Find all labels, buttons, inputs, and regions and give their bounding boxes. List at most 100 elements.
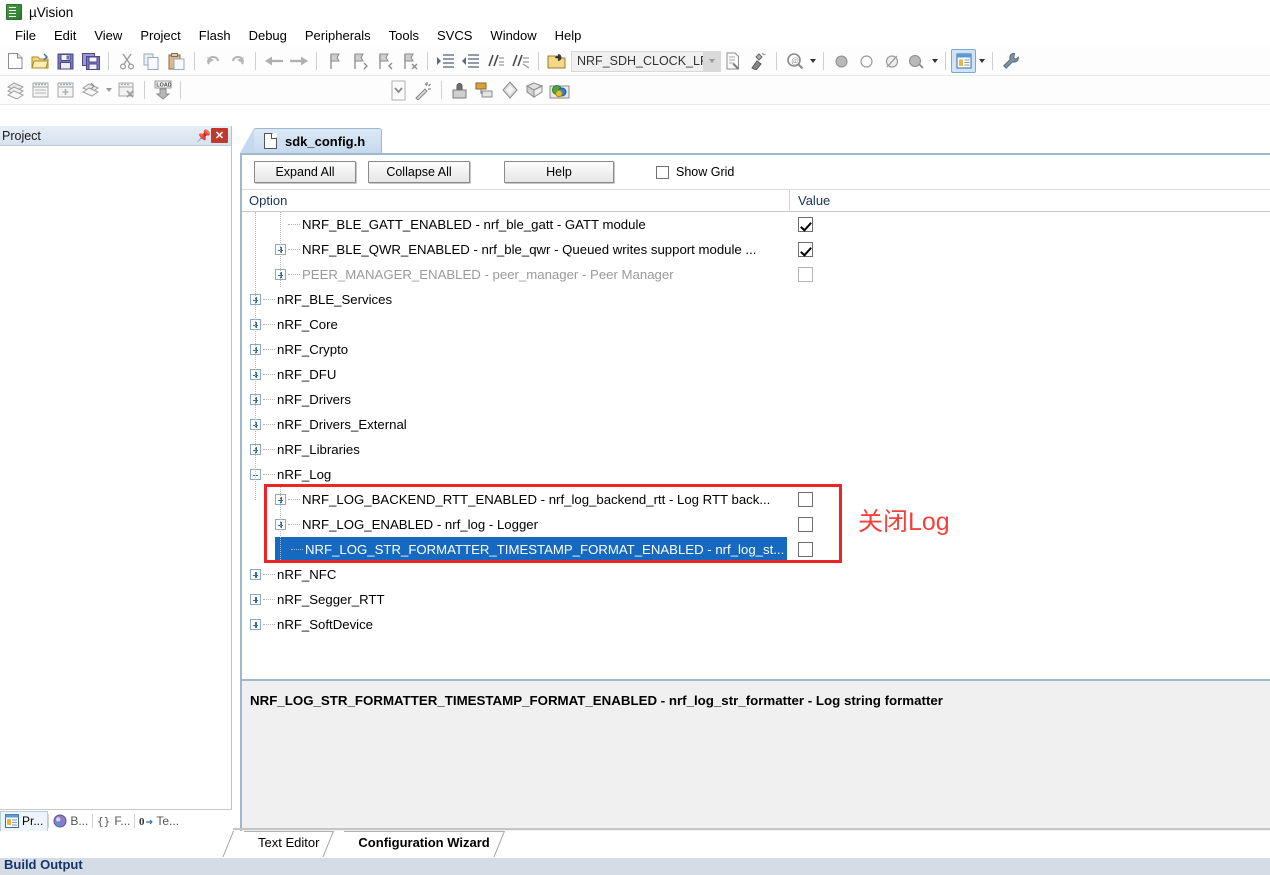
- new-file-icon[interactable]: [3, 49, 28, 73]
- rebuild-icon[interactable]: [53, 78, 78, 102]
- menu-item-project[interactable]: Project: [131, 26, 189, 45]
- find-in-files-icon[interactable]: @: [782, 49, 807, 73]
- wizard-row-label[interactable]: nRF_Segger_RTT: [250, 587, 385, 612]
- window-layout-icon[interactable]: [951, 49, 976, 73]
- undo-icon[interactable]: [200, 49, 225, 73]
- expand-all-button[interactable]: Expand All: [254, 161, 356, 183]
- wizard-row-label[interactable]: PEER_MANAGER_ENABLED - peer_manager - Pe…: [275, 262, 674, 287]
- paste-icon[interactable]: [164, 49, 189, 73]
- menu-item-file[interactable]: File: [6, 26, 45, 45]
- indent-icon[interactable]: [433, 49, 458, 73]
- menu-item-window[interactable]: Window: [481, 26, 545, 45]
- wizard-row[interactable]: nRF_Segger_RTT: [242, 587, 1270, 612]
- wizard-row[interactable]: nRF_SoftDevice: [242, 612, 1270, 637]
- pack-icon[interactable]: [547, 78, 572, 102]
- configure-icon[interactable]: [998, 49, 1023, 73]
- save-icon[interactable]: [53, 49, 78, 73]
- wizard-row[interactable]: nRF_Crypto: [242, 337, 1270, 362]
- breakpoint-kill-icon[interactable]: [879, 49, 904, 73]
- redo-icon[interactable]: [225, 49, 250, 73]
- wizard-row-value[interactable]: [798, 212, 813, 237]
- wizard-row-value[interactable]: [798, 237, 813, 262]
- menu-item-debug[interactable]: Debug: [240, 26, 296, 45]
- wizard-row-label[interactable]: NRF_LOG_STR_FORMATTER_TIMESTAMP_FORMAT_E…: [275, 537, 788, 562]
- value-checkbox[interactable]: [798, 517, 813, 532]
- breakpoint-disable-all-icon[interactable]: [904, 49, 929, 73]
- wizard-row-label[interactable]: NRF_BLE_GATT_ENABLED - nrf_ble_gatt - GA…: [275, 212, 646, 237]
- project-tab-2[interactable]: {} F...: [93, 811, 134, 831]
- magic-wand-icon[interactable]: [411, 78, 436, 102]
- manage-project-icon[interactable]: [447, 78, 472, 102]
- multi-project-icon[interactable]: [472, 78, 497, 102]
- wizard-row-value[interactable]: [798, 487, 813, 512]
- menu-item-svcs[interactable]: SVCS: [428, 26, 481, 45]
- cut-icon[interactable]: [114, 49, 139, 73]
- value-checkbox[interactable]: [798, 267, 813, 282]
- copy-icon[interactable]: [139, 49, 164, 73]
- menu-item-help[interactable]: Help: [546, 26, 591, 45]
- chevron-down-icon[interactable]: [703, 51, 720, 71]
- wizard-row[interactable]: NRF_LOG_BACKEND_RTT_ENABLED - nrf_log_ba…: [242, 487, 1270, 512]
- breakpoint-disable-icon[interactable]: [854, 49, 879, 73]
- wizard-row-label[interactable]: nRF_Libraries: [250, 437, 360, 462]
- wizard-row-label[interactable]: NRF_LOG_ENABLED - nrf_log - Logger: [275, 512, 538, 537]
- wizard-row-label[interactable]: nRF_Drivers: [250, 387, 351, 412]
- editor-tab-text-editor[interactable]: Text Editor: [244, 831, 334, 853]
- project-tab-1[interactable]: B...: [49, 811, 92, 831]
- wizard-row-label[interactable]: NRF_BLE_QWR_ENABLED - nrf_ble_qwr - Queu…: [275, 237, 756, 262]
- close-icon[interactable]: ✕: [211, 128, 228, 143]
- wizard-row-label[interactable]: nRF_Core: [250, 312, 338, 337]
- wizard-row[interactable]: nRF_Drivers: [242, 387, 1270, 412]
- wizard-row[interactable]: nRF_BLE_Services: [242, 287, 1270, 312]
- project-tab-3[interactable]: 0 Te...: [135, 811, 183, 831]
- wizard-row[interactable]: PEER_MANAGER_ENABLED - peer_manager - Pe…: [242, 262, 1270, 287]
- menu-item-peripherals[interactable]: Peripherals: [296, 26, 380, 45]
- menu-item-edit[interactable]: Edit: [45, 26, 85, 45]
- target-select-icon[interactable]: [386, 78, 411, 102]
- wizard-row[interactable]: nRF_Drivers_External: [242, 412, 1270, 437]
- open-folder-icon[interactable]: [28, 49, 53, 73]
- wizard-row-label[interactable]: nRF_Log: [250, 462, 331, 487]
- wizard-row[interactable]: nRF_NFC: [242, 562, 1270, 587]
- help-button[interactable]: Help: [504, 161, 614, 183]
- wizard-tree[interactable]: NRF_BLE_GATT_ENABLED - nrf_ble_gatt - GA…: [242, 212, 1270, 667]
- wizard-row-label[interactable]: nRF_BLE_Services: [250, 287, 392, 312]
- uncomment-icon[interactable]: [508, 49, 533, 73]
- expand-icon[interactable]: [250, 594, 261, 605]
- window-layout-dropdown[interactable]: [976, 49, 987, 73]
- collapse-all-button[interactable]: Collapse All: [368, 161, 470, 183]
- value-checkbox[interactable]: [798, 217, 813, 232]
- column-header-option[interactable]: Option: [242, 189, 790, 212]
- editor-tab-configuration-wizard[interactable]: Configuration Wizard: [344, 831, 504, 853]
- batch-build-dropdown[interactable]: [103, 78, 114, 102]
- wizard-row-label[interactable]: NRF_LOG_BACKEND_RTT_ENABLED - nrf_log_ba…: [275, 487, 770, 512]
- breakpoint-icon[interactable]: [829, 49, 854, 73]
- bookmark-next-icon[interactable]: [372, 49, 397, 73]
- wizard-row[interactable]: nRF_Core: [242, 312, 1270, 337]
- build-icon[interactable]: [28, 78, 53, 102]
- run-to-main-icon[interactable]: [522, 78, 547, 102]
- expand-icon[interactable]: [250, 619, 261, 630]
- outdent-icon[interactable]: [458, 49, 483, 73]
- target-options-icon[interactable]: [544, 49, 569, 73]
- wizard-row[interactable]: nRF_Libraries: [242, 437, 1270, 462]
- pin-icon[interactable]: 📌: [196, 129, 211, 143]
- wizard-row[interactable]: nRF_Log: [242, 462, 1270, 487]
- save-all-icon[interactable]: [78, 49, 103, 73]
- wizard-row[interactable]: NRF_BLE_GATT_ENABLED - nrf_ble_gatt - GA…: [242, 212, 1270, 237]
- bookmark-prev-icon[interactable]: [347, 49, 372, 73]
- wizard-row[interactable]: NRF_LOG_STR_FORMATTER_TIMESTAMP_FORMAT_E…: [242, 537, 1270, 562]
- wizard-row-label[interactable]: nRF_Crypto: [250, 337, 348, 362]
- bookmark-clear-icon[interactable]: [397, 49, 422, 73]
- menu-item-view[interactable]: View: [85, 26, 131, 45]
- show-grid-checkbox[interactable]: [656, 165, 669, 179]
- target-combo[interactable]: NRF_SDH_CLOCK_LF_SRC: [571, 50, 721, 72]
- files-icon[interactable]: [721, 49, 746, 73]
- menu-item-flash[interactable]: Flash: [190, 26, 240, 45]
- column-header-value[interactable]: Value: [790, 190, 830, 211]
- wizard-row-label[interactable]: nRF_SoftDevice: [250, 612, 373, 637]
- wizard-row-label[interactable]: nRF_NFC: [250, 562, 336, 587]
- show-grid-option[interactable]: Show Grid: [656, 165, 734, 179]
- value-checkbox[interactable]: [798, 492, 813, 507]
- wizard-row-value[interactable]: [798, 537, 813, 562]
